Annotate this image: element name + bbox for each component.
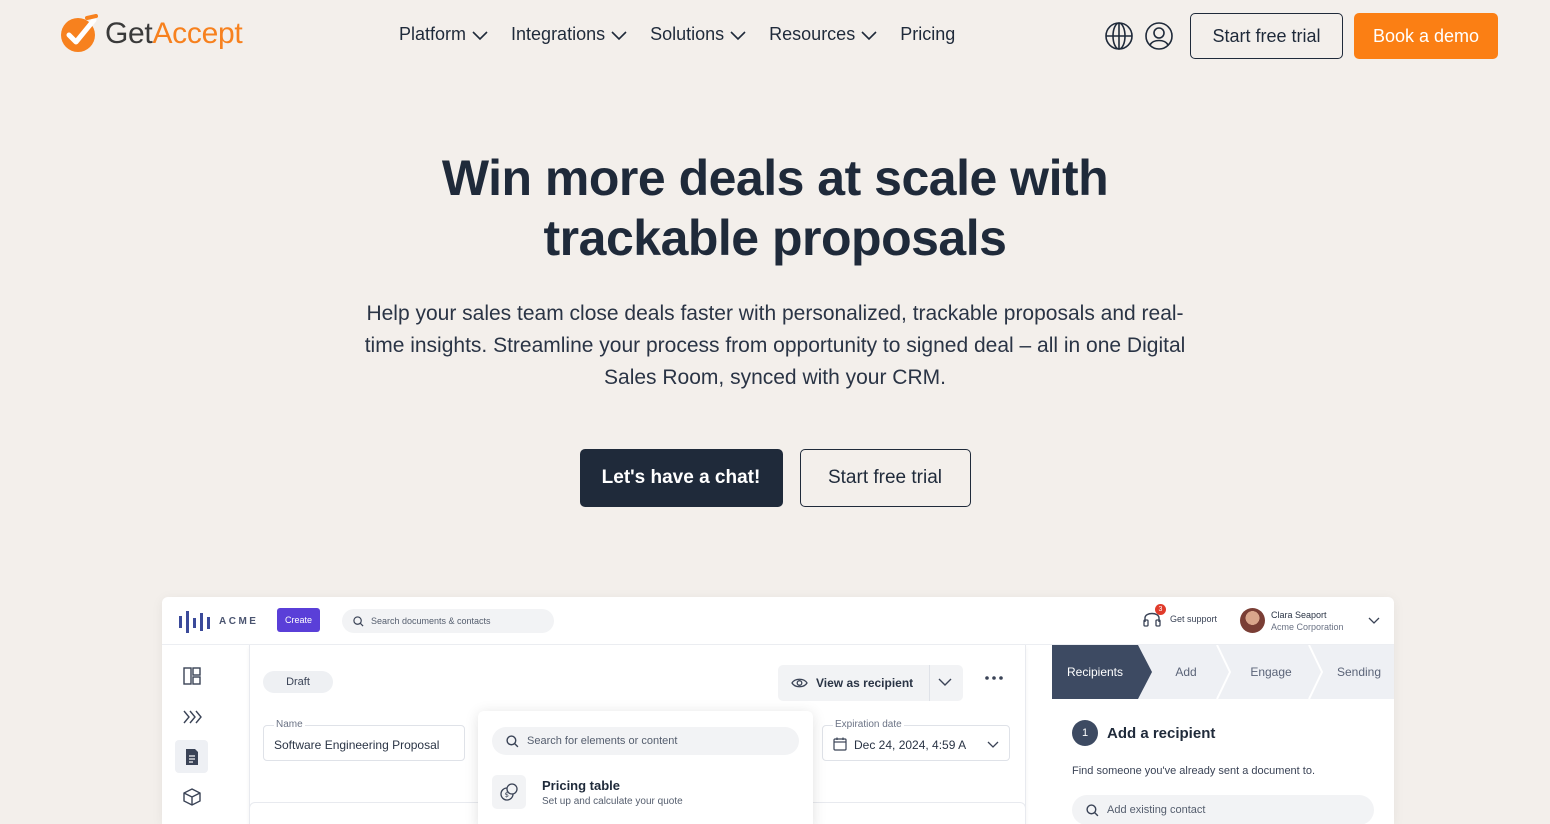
more-options-icon[interactable] <box>984 674 1004 682</box>
dashboard-icon[interactable] <box>175 659 208 692</box>
main-menu: Platform Integrations Solutions Resource… <box>399 24 955 45</box>
step-arrow-icon <box>1138 645 1152 699</box>
user-org: Acme Corporation <box>1271 621 1344 632</box>
user-menu[interactable]: Clara Seaport Acme Corporation <box>1240 608 1344 633</box>
add-contact-input[interactable]: Add existing contact <box>1072 795 1374 824</box>
expiration-value: Dec 24, 2024, 4:59 A <box>854 738 967 752</box>
top-nav: GetAccept Platform Integrations Solution… <box>0 0 1550 72</box>
status-badge: Draft <box>263 671 333 693</box>
pricing-table-option[interactable]: $ Pricing table Set up and calculate you… <box>492 775 683 809</box>
search-icon <box>353 615 364 627</box>
chevron-down-icon <box>987 741 999 748</box>
logo-text-get: Get <box>105 17 153 50</box>
step-sending[interactable]: Sending <box>1324 645 1394 699</box>
create-button[interactable]: Create <box>277 608 320 632</box>
chevron-down-icon <box>730 30 746 40</box>
pricing-table-title: Pricing table <box>542 777 621 793</box>
search-icon <box>1086 803 1099 816</box>
chevron-down-icon <box>472 30 488 40</box>
element-search-input[interactable]: Search for elements or content <box>492 727 799 755</box>
view-as-recipient-button[interactable]: View as recipient <box>778 665 963 701</box>
user-icon[interactable] <box>1144 21 1174 51</box>
menu-platform[interactable]: Platform <box>399 24 489 45</box>
element-picker-dropdown: Search for elements or content $ Pricing… <box>478 711 813 824</box>
app-header: ACME Create Search documents & contacts … <box>162 597 1394 645</box>
get-support-button[interactable]: 3 Get support <box>1142 604 1217 632</box>
send-steps: Recipients Add Engage Sending <box>1052 645 1394 699</box>
globe-icon[interactable] <box>1104 21 1134 51</box>
headset-icon: 3 <box>1142 604 1166 632</box>
book-demo-button[interactable]: Book a demo <box>1354 13 1498 59</box>
step-add[interactable]: Add <box>1156 645 1216 699</box>
name-label: Name <box>274 719 305 730</box>
hero-subtitle: Help your sales team close deals faster … <box>364 302 1186 389</box>
expiration-label: Expiration date <box>833 719 904 730</box>
nav-start-trial-button[interactable]: Start free trial <box>1190 13 1343 59</box>
svg-text:$: $ <box>505 791 509 799</box>
step-number: 1 <box>1072 720 1098 746</box>
expiration-date-field[interactable]: Expiration date Dec 24, 2024, 4:59 A <box>822 719 1010 761</box>
acme-logo: ACME <box>178 609 258 633</box>
nav-actions: Start free trial Book a demo <box>1104 13 1498 59</box>
step-engage[interactable]: Engage <box>1234 645 1308 699</box>
acme-bars-icon <box>179 611 210 633</box>
user-name: Clara Seaport <box>1271 609 1327 620</box>
hero-cta-group: Let's have a chat! Start free trial <box>0 449 1550 507</box>
hero-title: Win more deals at scale with trackable p… <box>441 150 1109 266</box>
document-icon[interactable] <box>175 740 208 773</box>
app-preview: ACME Create Search documents & contacts … <box>162 597 1394 824</box>
step-recipients[interactable]: Recipients <box>1052 645 1138 699</box>
document-name-field[interactable]: Name Software Engineering Proposal <box>263 719 465 761</box>
logo-text-accept: Accept <box>152 17 243 50</box>
checkmark-logo-icon <box>61 14 98 52</box>
calendar-icon <box>833 737 847 751</box>
cube-icon[interactable] <box>175 780 208 813</box>
app-sidebar <box>162 646 224 824</box>
name-value: Software Engineering Proposal <box>274 738 440 752</box>
step-arrow-icon <box>1308 645 1324 699</box>
menu-integrations[interactable]: Integrations <box>511 24 628 45</box>
chevron-down-icon[interactable] <box>1368 616 1380 625</box>
document-search-input[interactable]: Search documents & contacts <box>342 609 554 633</box>
coins-icon: $ <box>492 775 526 809</box>
add-recipient-heading: 1 Add a recipient <box>1072 720 1215 746</box>
getaccept-logo[interactable]: GetAccept <box>60 14 243 54</box>
pipeline-icon[interactable] <box>175 700 208 733</box>
step-arrow-icon <box>1216 645 1232 699</box>
chevron-down-icon <box>611 30 627 40</box>
lets-chat-button[interactable]: Let's have a chat! <box>579 449 783 507</box>
eye-icon <box>791 678 808 688</box>
menu-resources[interactable]: Resources <box>769 24 878 45</box>
avatar <box>1240 608 1265 633</box>
find-contact-text: Find someone you've already sent a docum… <box>1072 765 1316 777</box>
chevron-down-icon[interactable] <box>938 677 952 687</box>
pricing-table-desc: Set up and calculate your quote <box>542 795 683 807</box>
chevron-down-icon <box>861 30 877 40</box>
acme-text: ACME <box>219 615 259 627</box>
recipients-panel: Recipients Add Engage Sending 1 Add a re… <box>1052 645 1394 824</box>
support-badge: 3 <box>1155 604 1166 615</box>
menu-solutions[interactable]: Solutions <box>650 24 747 45</box>
search-icon <box>506 734 519 747</box>
hero-start-trial-button[interactable]: Start free trial <box>799 449 971 507</box>
menu-pricing[interactable]: Pricing <box>900 24 955 45</box>
